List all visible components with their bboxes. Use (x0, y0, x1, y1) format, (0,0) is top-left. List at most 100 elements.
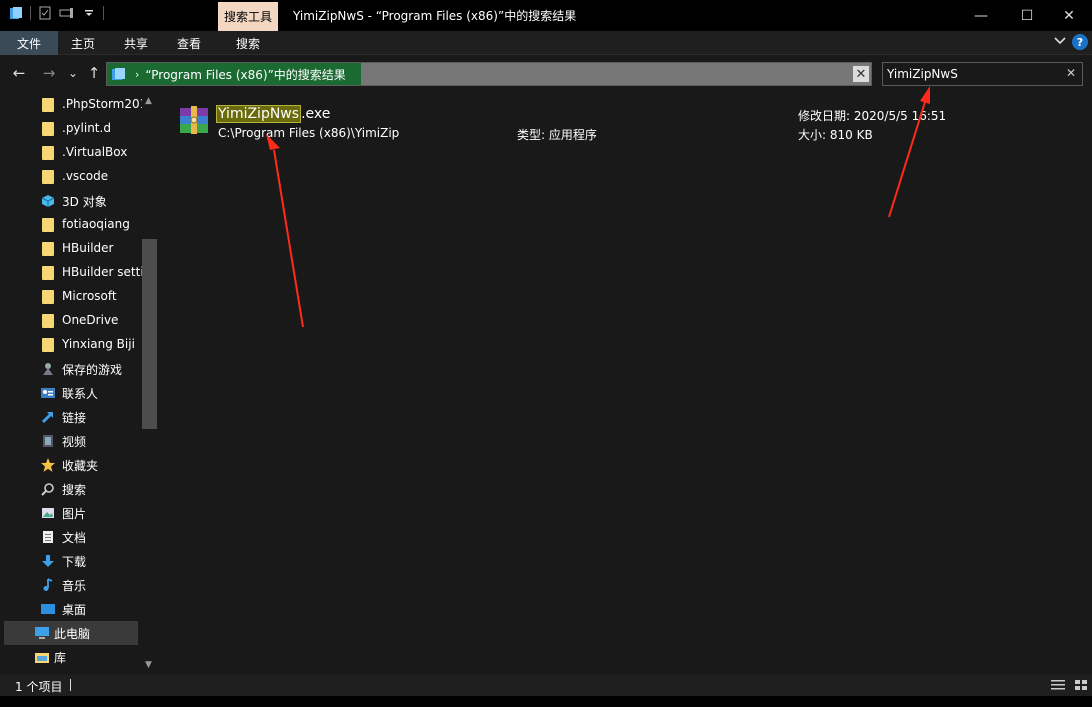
sidebar-item-this-pc[interactable]: 此电脑 (4, 621, 138, 645)
sidebar-item-hbuilder[interactable]: HBuilder (0, 237, 142, 261)
sidebar-item-label: OneDrive (62, 313, 119, 327)
sidebar-item-yinxiang-biji[interactable]: Yinxiang Biji (0, 333, 142, 357)
sidebar-item-music[interactable]: 音乐 (0, 573, 142, 597)
ribbon-tabs: 文件 主页 共享 查看 搜索 ? (0, 31, 1092, 55)
sidebar-item-searches[interactable]: 搜索 (0, 477, 142, 501)
status-divider (70, 679, 71, 691)
sidebar-item-label: .pylint.d (62, 121, 111, 135)
sidebar-item-3d-objects[interactable]: 3D 对象 (0, 189, 142, 213)
sidebar-item-desktop[interactable]: 桌面 (0, 597, 142, 621)
sidebar-item-phpstorm[interactable]: .PhpStorm2019 (0, 93, 142, 117)
sidebar-item-contacts[interactable]: 联系人 (0, 381, 142, 405)
sidebar-item-label: HBuilder settings (62, 265, 142, 279)
back-button[interactable]: ← (10, 64, 28, 82)
sidebar-item-label: 3D 对象 (62, 195, 107, 209)
sidebar-item-pictures[interactable]: 图片 (0, 501, 142, 525)
winrar-archive-icon[interactable] (178, 104, 210, 136)
result-file-type: 类型: 应用程序 (517, 128, 597, 142)
sidebar-item-label: 视频 (62, 435, 87, 449)
folder-icon (40, 290, 56, 304)
saved-games-icon (40, 362, 56, 376)
sidebar-item-label: fotiaoqiang (62, 217, 130, 231)
folder-icon (40, 122, 56, 136)
minimize-button[interactable]: — (958, 0, 1004, 31)
folder-icon (40, 314, 56, 328)
help-button[interactable]: ? (1072, 34, 1088, 50)
sidebar-item-microsoft[interactable]: Microsoft (0, 285, 142, 309)
folder-icon (40, 338, 56, 352)
contacts-icon (40, 386, 56, 400)
tab-file[interactable]: 文件 (0, 31, 58, 55)
search-tools-context-tab[interactable]: 搜索工具 (218, 2, 278, 31)
breadcrumb-separator[interactable]: › (135, 68, 139, 81)
sidebar-item-hbuilder-settings[interactable]: HBuilder settings (0, 261, 142, 285)
sidebar-item-vscode[interactable]: .vscode (0, 165, 142, 189)
sidebar-item-label: Yinxiang Biji (62, 337, 135, 351)
result-file-name[interactable]: YimiZipNws .exe (216, 104, 330, 124)
sidebar-item-label: 搜索 (62, 483, 87, 497)
window-bottom-edge (0, 696, 1092, 707)
tab-view[interactable]: 查看 (164, 31, 214, 55)
sidebar-item-videos[interactable]: 视频 (0, 429, 142, 453)
sidebar-item-onedrive[interactable]: OneDrive (0, 309, 142, 333)
tab-search[interactable]: 搜索 (222, 31, 274, 55)
folder-icon (40, 266, 56, 280)
scroll-up-icon[interactable]: ▲ (145, 96, 152, 106)
customize-toolbar-icon[interactable] (81, 5, 97, 21)
toolbar-divider (103, 6, 104, 20)
properties-icon[interactable] (37, 5, 53, 21)
search-input[interactable] (887, 65, 1057, 83)
videos-icon (40, 434, 56, 448)
result-file-size: 大小: 810 KB (798, 128, 873, 142)
libraries-icon (34, 650, 50, 664)
maximize-button[interactable]: ☐ (1004, 0, 1050, 31)
scroll-down-icon[interactable]: ▼ (145, 660, 152, 670)
address-path[interactable]: “Program Files (x86)”中的搜索结果 (145, 66, 345, 83)
sidebar-item-label: 音乐 (62, 579, 87, 593)
sidebar-item-virtualbox[interactable]: .VirtualBox (0, 141, 142, 165)
sidebar-item-libraries[interactable]: 库 (0, 645, 142, 669)
tab-share[interactable]: 共享 (110, 31, 162, 55)
sidebar-item-label: .VirtualBox (62, 145, 128, 159)
item-count: 1 个项目 (15, 680, 63, 694)
sidebar-item-links[interactable]: 链接 (0, 405, 142, 429)
navigation-pane: .PhpStorm2019 .pylint.d .VirtualBox .vsc… (0, 93, 158, 675)
music-icon (40, 578, 56, 592)
pictures-icon (40, 506, 56, 520)
search-clear-icon[interactable]: ✕ (1066, 66, 1076, 80)
documents-icon (40, 530, 56, 544)
large-icons-view-icon[interactable] (1073, 678, 1089, 692)
toolbar-divider (30, 6, 31, 20)
downloads-icon (40, 554, 56, 568)
quick-access-toolbar (8, 5, 104, 21)
folder-icon (40, 170, 56, 184)
sidebar-item-favorites[interactable]: 收藏夹 (0, 453, 142, 477)
forward-button[interactable]: → (40, 64, 58, 82)
details-view-icon[interactable] (1050, 678, 1066, 692)
favorites-icon (40, 458, 56, 472)
file-extension: .exe (301, 106, 331, 122)
window-title: YimiZipNwS - “Program Files (x86)”中的搜索结果 (293, 9, 577, 23)
up-button[interactable]: ↑ (85, 64, 103, 82)
sidebar-item-label: HBuilder (62, 241, 114, 255)
sidebar-item-downloads[interactable]: 下载 (0, 549, 142, 573)
search-box[interactable]: ✕ (882, 62, 1083, 86)
sidebar-item-saved-games[interactable]: 保存的游戏 (0, 357, 142, 381)
chevron-down-icon[interactable] (1054, 35, 1066, 49)
tab-home[interactable]: 主页 (58, 31, 108, 55)
sidebar-item-label: 文档 (62, 531, 87, 545)
this-pc-icon (34, 626, 50, 640)
sidebar-scroll-thumb[interactable] (142, 239, 157, 429)
address-clear-icon[interactable]: ✕ (853, 66, 869, 82)
close-button[interactable]: ✕ (1046, 0, 1092, 31)
sidebar-item-fotiaoqiang[interactable]: fotiaoqiang (0, 213, 142, 237)
rename-icon[interactable] (59, 5, 75, 21)
desktop-icon (40, 602, 56, 616)
sidebar-item-documents[interactable]: 文档 (0, 525, 142, 549)
address-selection[interactable]: › “Program Files (x86)”中的搜索结果 (107, 63, 361, 85)
sidebar-item-pylint[interactable]: .pylint.d (0, 117, 142, 141)
recent-locations-button[interactable]: ⌄ (64, 64, 82, 82)
sidebar-item-label: .PhpStorm2019 (62, 97, 142, 111)
sidebar-item-label: .vscode (62, 169, 109, 183)
address-bar[interactable]: › “Program Files (x86)”中的搜索结果 ✕ (106, 62, 872, 86)
